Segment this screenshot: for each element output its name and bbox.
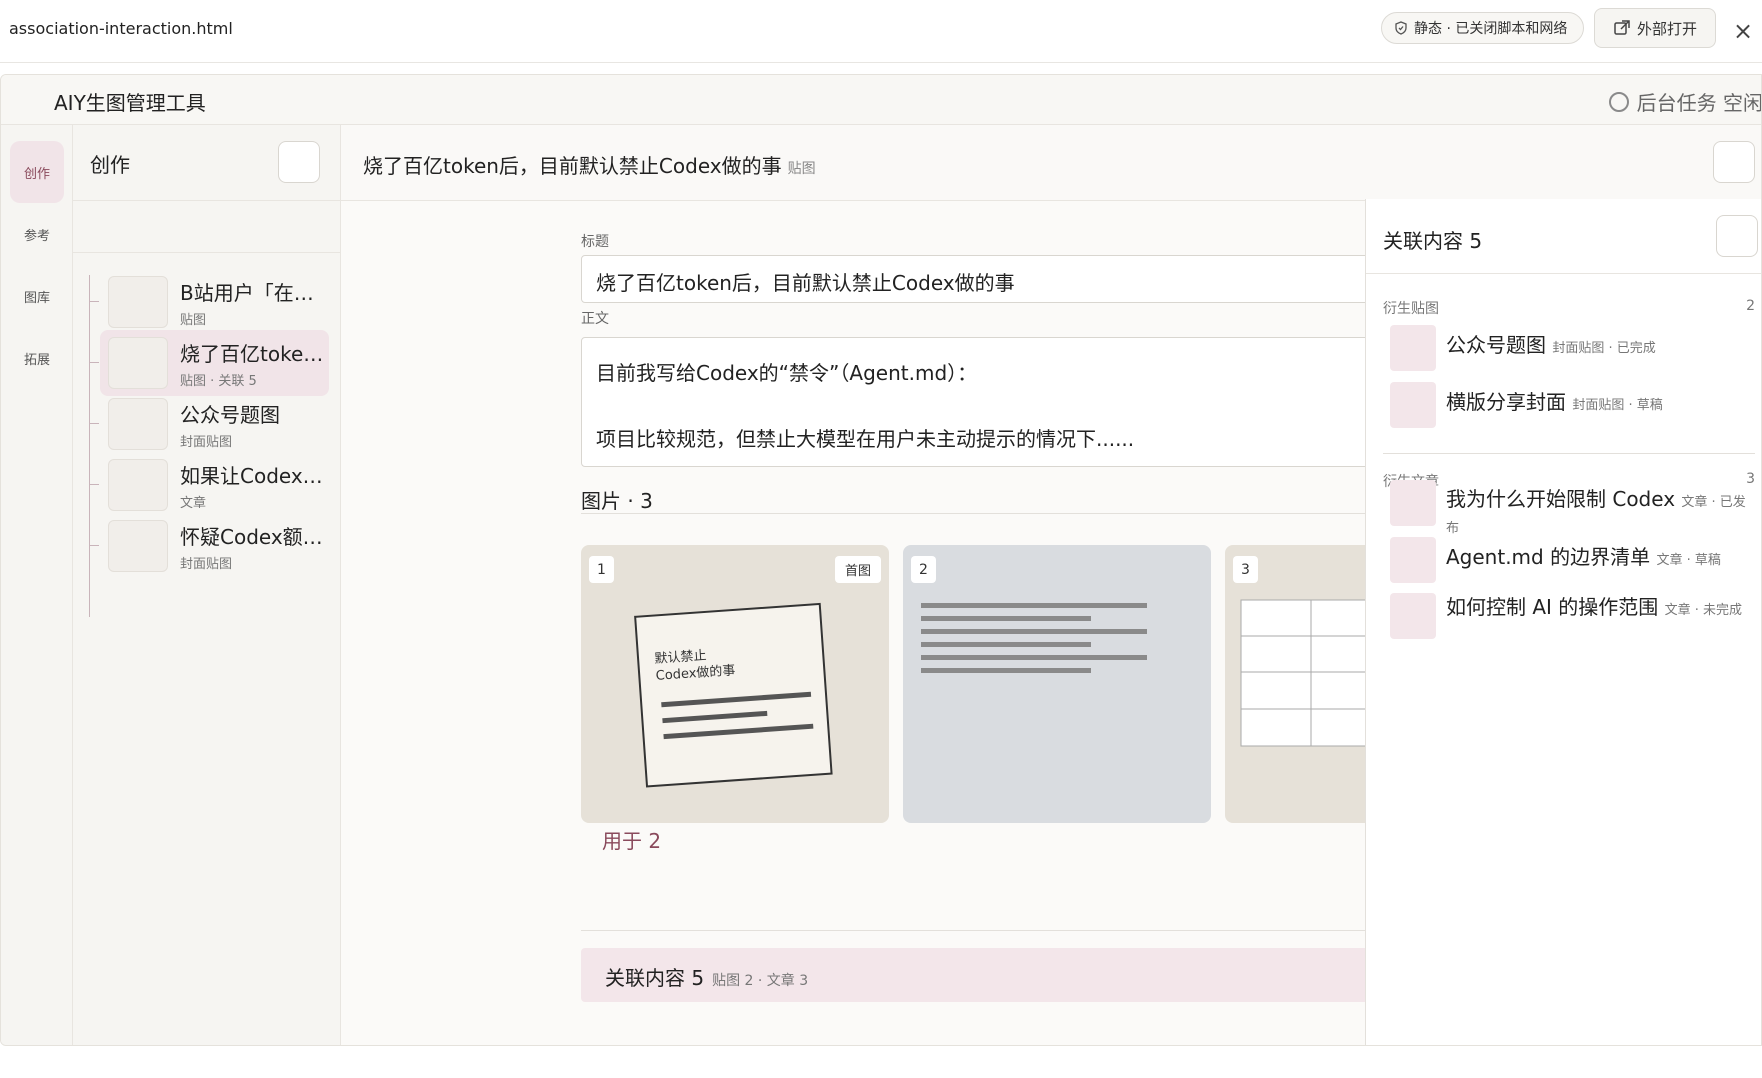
association-thumbnail bbox=[1390, 382, 1436, 428]
editor-title-tag: 贴图 bbox=[787, 161, 816, 177]
open-external-label: 外部打开 bbox=[1636, 19, 1697, 38]
list-item[interactable]: B站用户「在… 贴图 bbox=[89, 269, 329, 335]
creation-list-header: 创作 bbox=[73, 125, 341, 201]
editor-title: 烧了百亿token后，目前默认禁止Codex做的事 贴图 bbox=[363, 150, 816, 179]
shield-icon bbox=[1395, 21, 1407, 35]
creation-list-title: 创作 bbox=[90, 153, 130, 177]
body-line-2: 项目比较规范，但禁止大模型在用户未主动提示的情况下...... bbox=[596, 427, 1135, 451]
image-preview-text: 默认禁止 Codex做的事 bbox=[654, 648, 736, 684]
item-meta: 贴图 · 关联 5 bbox=[180, 374, 257, 389]
association-thumbnail bbox=[1390, 480, 1436, 526]
group-count-articles: 3 bbox=[1746, 471, 1755, 487]
body-line-1: 目前我写给Codex的“禁令”（Agent.md）： bbox=[596, 361, 978, 385]
images-section-title: 图片 · 3 bbox=[581, 489, 653, 513]
item-name: 烧了百亿toke… bbox=[180, 342, 324, 366]
new-creation-button[interactable] bbox=[278, 141, 320, 183]
item-meta: 文章 bbox=[180, 496, 207, 511]
association-meta: 文章 · 未完成 bbox=[1664, 603, 1743, 618]
item-name: 如果让Codex… bbox=[180, 464, 323, 488]
group-divider bbox=[1383, 453, 1755, 454]
association-thumbnail bbox=[1390, 593, 1436, 639]
creation-list-panel: 创作 B站用户「在… 贴图 烧了百亿toke… 贴图 · 关联 5 公众号题图 … bbox=[73, 125, 341, 1045]
association-name: 如何控制 AI 的操作范围 bbox=[1446, 595, 1659, 619]
status-ring-icon bbox=[1608, 91, 1629, 112]
static-mode-label: 静态 · 已关闭脚本和网络 bbox=[1414, 21, 1568, 37]
association-meta: 封面贴图 · 已完成 bbox=[1552, 341, 1656, 356]
group-label-posters: 衍生贴图 bbox=[1383, 301, 1439, 317]
association-meta: 封面贴图 · 草稿 bbox=[1572, 398, 1663, 413]
image-preview-2 bbox=[921, 603, 1147, 673]
association-name: 我为什么开始限制 Codex bbox=[1446, 487, 1676, 511]
association-summary: 关联内容 5 贴图 2 · 文章 3 bbox=[605, 962, 808, 991]
list-item[interactable]: 如果让Codex… 文章 bbox=[89, 452, 329, 518]
file-name: association-interaction.html bbox=[9, 19, 233, 38]
image-card-1[interactable]: 1 首图 默认禁止 Codex做的事 bbox=[581, 545, 889, 823]
list-item[interactable]: 怀疑Codex额… 封面贴图 bbox=[89, 513, 329, 579]
association-meta: 文章 · 草稿 bbox=[1656, 553, 1721, 568]
rail-item-reference[interactable]: 参考 bbox=[10, 203, 64, 265]
rail-item-create[interactable]: 创作 bbox=[10, 141, 64, 203]
list-item[interactable]: 公众号题图 封面贴图 bbox=[89, 391, 329, 457]
association-name: 公众号题图 bbox=[1446, 333, 1546, 357]
image-card-2[interactable]: 2 bbox=[903, 545, 1211, 823]
external-link-icon bbox=[1614, 20, 1630, 35]
item-thumbnail bbox=[108, 459, 168, 511]
open-external-button[interactable]: 外部打开 bbox=[1594, 8, 1716, 48]
association-panel: 关联内容 5 衍生贴图 2 公众号题图 封面贴图 · 已完成 横版分享封面 封面… bbox=[1365, 199, 1761, 1045]
editor-title-text: 烧了百亿token后，目前默认禁止Codex做的事 bbox=[363, 154, 782, 178]
preview-toolbar: association-interaction.html 静态 · 已关闭脚本和… bbox=[0, 0, 1762, 63]
item-thumbnail bbox=[108, 398, 168, 450]
item-meta: 封面贴图 bbox=[180, 557, 233, 572]
rail-item-extensions[interactable]: 拓展 bbox=[10, 327, 64, 389]
editor-action-button[interactable] bbox=[1713, 141, 1755, 183]
item-thumbnail bbox=[108, 276, 168, 328]
app-header: AIY生图管理工具 后台任务 空闲 bbox=[1, 75, 1762, 125]
item-meta: 封面贴图 bbox=[180, 435, 233, 450]
editor-header: 烧了百亿token后，目前默认禁止Codex做的事 贴图 bbox=[341, 125, 1761, 201]
title-input-value: 烧了百亿token后，目前默认禁止Codex做的事 bbox=[596, 271, 1015, 295]
group-count-posters: 2 bbox=[1746, 298, 1755, 314]
association-panel-close-button[interactable] bbox=[1716, 215, 1758, 257]
item-meta: 贴图 bbox=[180, 313, 207, 328]
used-in-link[interactable]: 用于 2 bbox=[602, 825, 661, 854]
association-name: 横版分享封面 bbox=[1446, 390, 1566, 414]
app-window: AIY生图管理工具 后台任务 空闲 创作 参考 图库 拓展 创作 B站用户「在…… bbox=[0, 74, 1762, 1046]
association-panel-title: 关联内容 5 bbox=[1383, 229, 1483, 253]
creation-list-toolbar bbox=[73, 201, 341, 253]
body-label: 正文 bbox=[581, 311, 609, 327]
app-title: AIY生图管理工具 bbox=[54, 91, 206, 115]
title-label: 标题 bbox=[581, 234, 609, 250]
tree-line bbox=[89, 275, 90, 617]
item-thumbnail bbox=[108, 520, 168, 572]
status-label: 后台任务 空闲 bbox=[1636, 91, 1762, 115]
item-name: 公众号题图 bbox=[180, 403, 280, 427]
list-item-selected[interactable]: 烧了百亿toke… 贴图 · 关联 5 bbox=[89, 330, 329, 396]
association-thumbnail bbox=[1390, 325, 1436, 371]
background-task-status: 后台任务 空闲 bbox=[1608, 87, 1762, 116]
association-summary-meta: 贴图 2 · 文章 3 bbox=[712, 973, 809, 989]
association-summary-title: 关联内容 5 bbox=[605, 966, 705, 990]
association-panel-header: 关联内容 5 bbox=[1366, 199, 1761, 274]
item-thumbnail bbox=[108, 337, 168, 389]
rail-item-gallery[interactable]: 图库 bbox=[10, 265, 64, 327]
image-preview-1 bbox=[634, 602, 833, 788]
association-thumbnail bbox=[1390, 537, 1436, 583]
item-name: B站用户「在… bbox=[180, 281, 314, 305]
association-name: Agent.md 的边界清单 bbox=[1446, 545, 1651, 569]
nav-rail: 创作 参考 图库 拓展 bbox=[1, 125, 73, 1045]
item-name: 怀疑Codex额… bbox=[180, 525, 323, 549]
close-icon[interactable]: × bbox=[1730, 18, 1756, 44]
static-mode-badge: 静态 · 已关闭脚本和网络 bbox=[1381, 12, 1584, 44]
